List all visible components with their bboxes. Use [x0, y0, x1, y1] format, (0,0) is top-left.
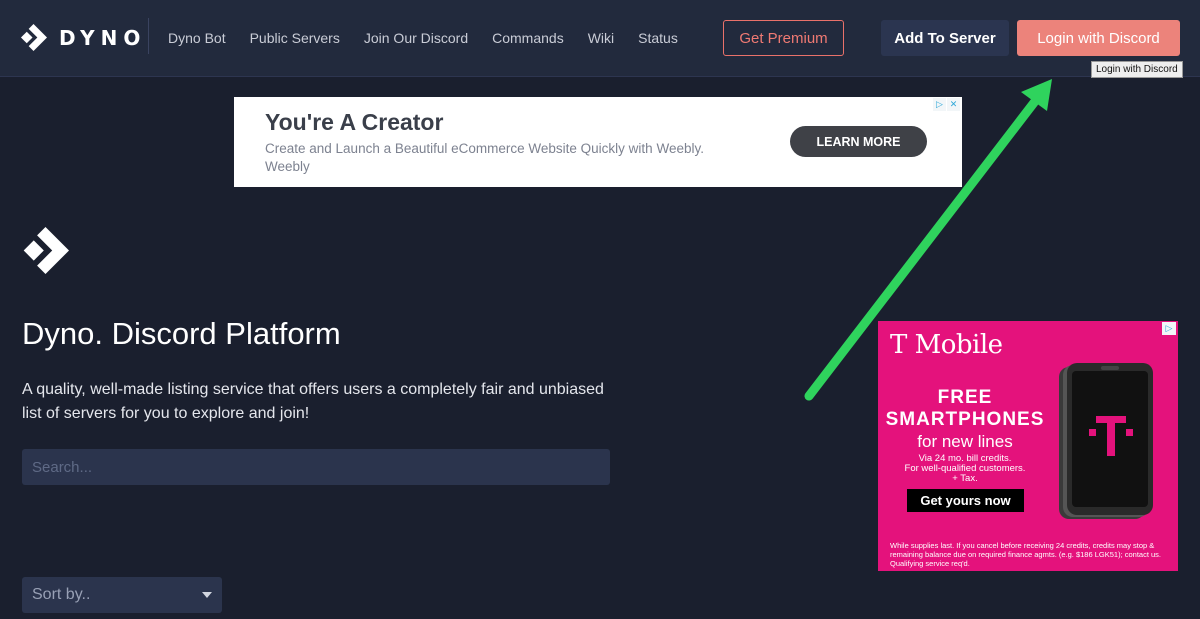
add-to-server-button[interactable]: Add To Server — [881, 20, 1009, 56]
top-navbar: DYNO Dyno Bot Public Servers Join Our Di… — [0, 0, 1200, 77]
sort-by-label: Sort by.. — [32, 586, 91, 603]
caret-down-icon — [202, 592, 212, 598]
ad-subline: for new lines — [917, 432, 1013, 451]
ad-headline-smartphones: SMARTPHONES — [885, 409, 1045, 430]
page-description: A quality, well-made listing service tha… — [22, 381, 604, 422]
ad-close-icon[interactable]: ✕ — [947, 98, 960, 111]
banner-ad[interactable]: You're A Creator Create and Launch a Bea… — [234, 97, 962, 187]
dyno-logo[interactable]: DYNO — [20, 24, 146, 51]
nav-link-join-discord[interactable]: Join Our Discord — [364, 30, 468, 46]
learn-more-button[interactable]: LEARN MORE — [790, 126, 927, 157]
page-title: Dyno. Discord Platform — [22, 316, 341, 351]
adchoices-icon[interactable]: ▷ — [1162, 322, 1176, 335]
tmobile-logo: T Mobile — [890, 330, 1003, 360]
dyno-hero-logo-icon — [23, 227, 69, 274]
login-with-discord-button[interactable]: Login with Discord — [1017, 20, 1180, 56]
adchoices: ▷ ✕ — [932, 98, 960, 111]
smartphone-image — [1059, 363, 1153, 519]
sort-by-select[interactable]: Sort by.. — [22, 577, 222, 613]
side-ad[interactable]: ▷ T Mobile FREE SMARTPHONES for new line… — [878, 321, 1178, 571]
nav-link-status[interactable]: Status — [638, 30, 678, 46]
nav-link-commands[interactable]: Commands — [492, 30, 564, 46]
login-tooltip: Login with Discord — [1091, 61, 1183, 78]
ad-headline: FREE SMARTPHONES — [878, 387, 1052, 431]
banner-ad-title: You're A Creator — [265, 109, 444, 135]
nav-links: Dyno Bot Public Servers Join Our Discord… — [168, 0, 702, 76]
dyno-diamond-icon — [20, 24, 47, 51]
nav-link-wiki[interactable]: Wiki — [588, 30, 614, 46]
nav-divider — [148, 18, 149, 54]
get-yours-now-button[interactable]: Get yours now — [907, 489, 1024, 512]
ad-fineprint: Via 24 mo. bill credits. For well-qualif… — [878, 454, 1052, 484]
search-input[interactable] — [22, 449, 610, 485]
adchoices-icon[interactable]: ▷ — [933, 98, 946, 111]
ad-fineprint-line: + Tax. — [952, 473, 978, 484]
nav-link-public-servers[interactable]: Public Servers — [250, 30, 340, 46]
dyno-logo-text: DYNO — [59, 25, 147, 50]
nav-link-dyno-bot[interactable]: Dyno Bot — [168, 30, 226, 46]
banner-ad-description: Create and Launch a Beautiful eCommerce … — [265, 141, 704, 174]
get-premium-button[interactable]: Get Premium — [723, 20, 844, 56]
ad-headline-free: FREE — [937, 387, 993, 408]
ad-legal-text: While supplies last. If you cancel befor… — [890, 541, 1161, 568]
